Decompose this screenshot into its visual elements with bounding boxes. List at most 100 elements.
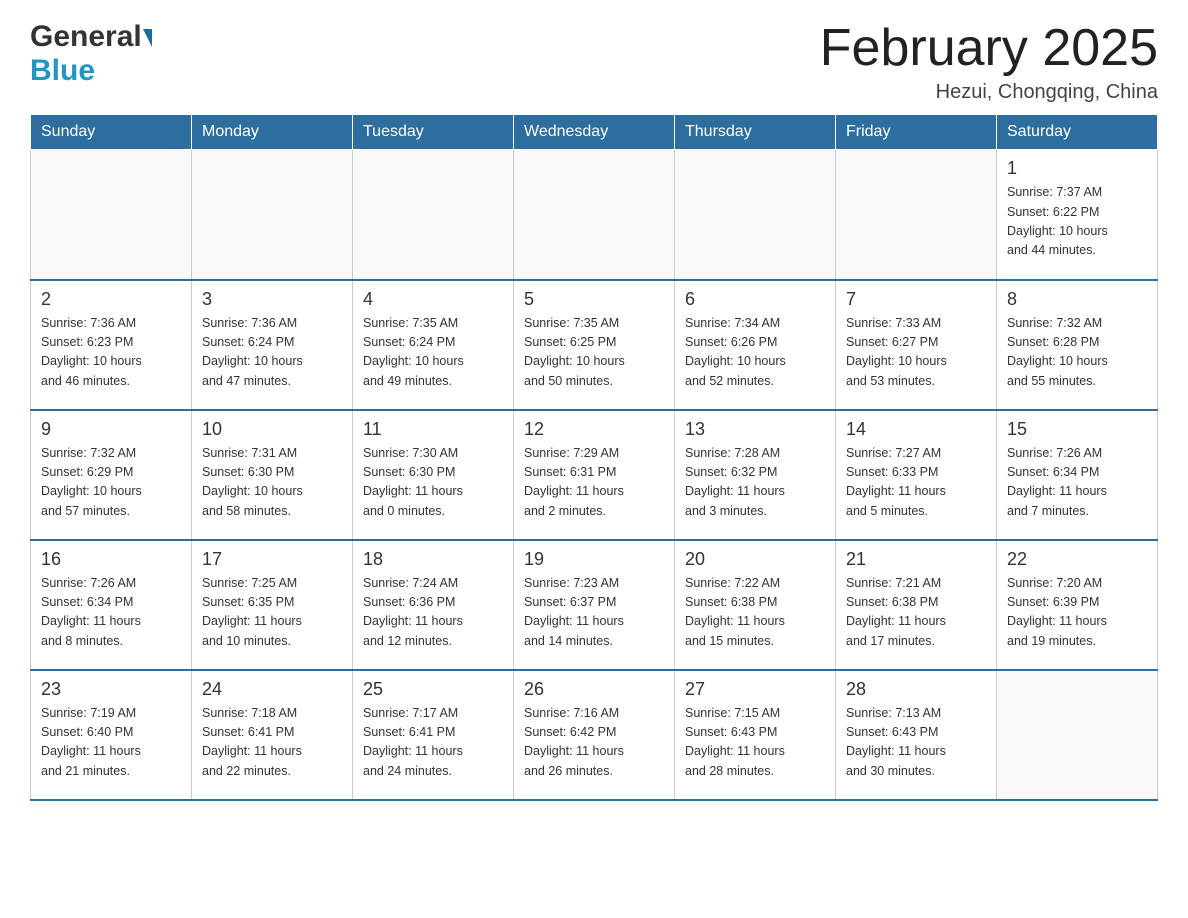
day-info: Sunrise: 7:22 AMSunset: 6:38 PMDaylight:… xyxy=(685,574,825,652)
calendar-day-cell: 8 Sunrise: 7:32 AMSunset: 6:28 PMDaylight… xyxy=(997,280,1158,410)
day-number: 3 xyxy=(202,289,342,310)
day-info: Sunrise: 7:23 AMSunset: 6:37 PMDaylight:… xyxy=(524,574,664,652)
day-number: 2 xyxy=(41,289,181,310)
day-of-week-header: Tuesday xyxy=(353,115,514,150)
calendar-day-cell: 12 Sunrise: 7:29 AMSunset: 6:31 PMDayligh… xyxy=(514,410,675,540)
calendar-day-cell: 22 Sunrise: 7:20 AMSunset: 6:39 PMDayligh… xyxy=(997,540,1158,670)
day-number: 28 xyxy=(846,679,986,700)
logo: General Blue xyxy=(30,20,152,88)
day-info: Sunrise: 7:26 AMSunset: 6:34 PMDaylight:… xyxy=(41,574,181,652)
day-of-week-header: Wednesday xyxy=(514,115,675,150)
day-info: Sunrise: 7:21 AMSunset: 6:38 PMDaylight:… xyxy=(846,574,986,652)
logo-arrow-icon xyxy=(143,29,152,47)
day-number: 22 xyxy=(1007,549,1147,570)
day-info: Sunrise: 7:16 AMSunset: 6:42 PMDaylight:… xyxy=(524,704,664,782)
calendar-day-cell: 2 Sunrise: 7:36 AMSunset: 6:23 PMDaylight… xyxy=(31,280,192,410)
calendar-day-cell: 17 Sunrise: 7:25 AMSunset: 6:35 PMDayligh… xyxy=(192,540,353,670)
calendar-week-row: 16 Sunrise: 7:26 AMSunset: 6:34 PMDayligh… xyxy=(31,540,1158,670)
logo-general-text: General xyxy=(30,20,142,54)
day-number: 6 xyxy=(685,289,825,310)
page-header: General Blue February 2025 Hezui, Chongq… xyxy=(30,20,1158,104)
calendar-day-cell: 21 Sunrise: 7:21 AMSunset: 6:38 PMDayligh… xyxy=(836,540,997,670)
day-info: Sunrise: 7:35 AMSunset: 6:24 PMDaylight:… xyxy=(363,314,503,392)
calendar-day-cell xyxy=(31,150,192,280)
calendar-day-cell: 15 Sunrise: 7:26 AMSunset: 6:34 PMDayligh… xyxy=(997,410,1158,540)
day-info: Sunrise: 7:17 AMSunset: 6:41 PMDaylight:… xyxy=(363,704,503,782)
day-info: Sunrise: 7:26 AMSunset: 6:34 PMDaylight:… xyxy=(1007,444,1147,522)
day-info: Sunrise: 7:31 AMSunset: 6:30 PMDaylight:… xyxy=(202,444,342,522)
location-text: Hezui, Chongqing, China xyxy=(820,81,1158,104)
day-number: 10 xyxy=(202,419,342,440)
calendar-week-row: 9 Sunrise: 7:32 AMSunset: 6:29 PMDaylight… xyxy=(31,410,1158,540)
day-number: 4 xyxy=(363,289,503,310)
month-title: February 2025 xyxy=(820,20,1158,77)
calendar-day-cell: 7 Sunrise: 7:33 AMSunset: 6:27 PMDaylight… xyxy=(836,280,997,410)
day-info: Sunrise: 7:32 AMSunset: 6:28 PMDaylight:… xyxy=(1007,314,1147,392)
calendar-day-cell: 14 Sunrise: 7:27 AMSunset: 6:33 PMDayligh… xyxy=(836,410,997,540)
calendar-day-cell: 6 Sunrise: 7:34 AMSunset: 6:26 PMDaylight… xyxy=(675,280,836,410)
day-number: 7 xyxy=(846,289,986,310)
day-number: 16 xyxy=(41,549,181,570)
day-number: 21 xyxy=(846,549,986,570)
calendar-day-cell: 18 Sunrise: 7:24 AMSunset: 6:36 PMDayligh… xyxy=(353,540,514,670)
day-of-week-header: Thursday xyxy=(675,115,836,150)
calendar-day-cell: 25 Sunrise: 7:17 AMSunset: 6:41 PMDayligh… xyxy=(353,670,514,800)
day-number: 8 xyxy=(1007,289,1147,310)
day-number: 18 xyxy=(363,549,503,570)
calendar-day-cell: 3 Sunrise: 7:36 AMSunset: 6:24 PMDaylight… xyxy=(192,280,353,410)
calendar-day-cell xyxy=(514,150,675,280)
day-number: 27 xyxy=(685,679,825,700)
day-number: 12 xyxy=(524,419,664,440)
calendar-day-cell: 28Sunrise: 7:13 AMSunset: 6:43 PMDayligh… xyxy=(836,670,997,800)
day-info: Sunrise: 7:36 AMSunset: 6:24 PMDaylight:… xyxy=(202,314,342,392)
calendar-day-cell: 26Sunrise: 7:16 AMSunset: 6:42 PMDayligh… xyxy=(514,670,675,800)
day-info: Sunrise: 7:18 AMSunset: 6:41 PMDaylight:… xyxy=(202,704,342,782)
calendar-day-cell xyxy=(675,150,836,280)
calendar-day-cell: 13 Sunrise: 7:28 AMSunset: 6:32 PMDayligh… xyxy=(675,410,836,540)
day-info: Sunrise: 7:20 AMSunset: 6:39 PMDaylight:… xyxy=(1007,574,1147,652)
calendar-week-row: 1 Sunrise: 7:37 AMSunset: 6:22 PMDaylight… xyxy=(31,150,1158,280)
calendar-week-row: 23 Sunrise: 7:19 AMSunset: 6:40 PMDayligh… xyxy=(31,670,1158,800)
logo-blue-text: Blue xyxy=(30,54,95,88)
day-info: Sunrise: 7:19 AMSunset: 6:40 PMDaylight:… xyxy=(41,704,181,782)
day-of-week-header: Friday xyxy=(836,115,997,150)
day-of-week-header: Monday xyxy=(192,115,353,150)
calendar-day-cell xyxy=(836,150,997,280)
day-number: 1 xyxy=(1007,158,1147,179)
day-of-week-header: Saturday xyxy=(997,115,1158,150)
day-info: Sunrise: 7:33 AMSunset: 6:27 PMDaylight:… xyxy=(846,314,986,392)
calendar-day-cell: 23 Sunrise: 7:19 AMSunset: 6:40 PMDayligh… xyxy=(31,670,192,800)
day-number: 17 xyxy=(202,549,342,570)
calendar-day-cell: 16 Sunrise: 7:26 AMSunset: 6:34 PMDayligh… xyxy=(31,540,192,670)
calendar-day-cell xyxy=(997,670,1158,800)
calendar-day-cell: 27 Sunrise: 7:15 AMSunset: 6:43 PMDayligh… xyxy=(675,670,836,800)
day-info: Sunrise: 7:37 AMSunset: 6:22 PMDaylight:… xyxy=(1007,183,1147,261)
day-info: Sunrise: 7:34 AMSunset: 6:26 PMDaylight:… xyxy=(685,314,825,392)
day-info: Sunrise: 7:15 AMSunset: 6:43 PMDaylight:… xyxy=(685,704,825,782)
day-number: 5 xyxy=(524,289,664,310)
day-info: Sunrise: 7:24 AMSunset: 6:36 PMDaylight:… xyxy=(363,574,503,652)
day-number: 19 xyxy=(524,549,664,570)
day-info: Sunrise: 7:28 AMSunset: 6:32 PMDaylight:… xyxy=(685,444,825,522)
day-number: 23 xyxy=(41,679,181,700)
calendar-day-cell: 24 Sunrise: 7:18 AMSunset: 6:41 PMDayligh… xyxy=(192,670,353,800)
title-section: February 2025 Hezui, Chongqing, China xyxy=(820,20,1158,104)
day-info: Sunrise: 7:32 AMSunset: 6:29 PMDaylight:… xyxy=(41,444,181,522)
day-info: Sunrise: 7:36 AMSunset: 6:23 PMDaylight:… xyxy=(41,314,181,392)
calendar-table: SundayMondayTuesdayWednesdayThursdayFrid… xyxy=(30,114,1158,801)
day-number: 13 xyxy=(685,419,825,440)
day-number: 14 xyxy=(846,419,986,440)
calendar-day-cell: 4 Sunrise: 7:35 AMSunset: 6:24 PMDaylight… xyxy=(353,280,514,410)
day-info: Sunrise: 7:25 AMSunset: 6:35 PMDaylight:… xyxy=(202,574,342,652)
calendar-day-cell: 10 Sunrise: 7:31 AMSunset: 6:30 PMDayligh… xyxy=(192,410,353,540)
calendar-day-cell xyxy=(353,150,514,280)
day-number: 15 xyxy=(1007,419,1147,440)
day-number: 24 xyxy=(202,679,342,700)
calendar-day-cell: 5Sunrise: 7:35 AMSunset: 6:25 PMDaylight… xyxy=(514,280,675,410)
day-number: 9 xyxy=(41,419,181,440)
day-number: 11 xyxy=(363,419,503,440)
day-info: Sunrise: 7:29 AMSunset: 6:31 PMDaylight:… xyxy=(524,444,664,522)
calendar-day-cell: 11Sunrise: 7:30 AMSunset: 6:30 PMDayligh… xyxy=(353,410,514,540)
day-number: 25 xyxy=(363,679,503,700)
day-info: Sunrise: 7:27 AMSunset: 6:33 PMDaylight:… xyxy=(846,444,986,522)
